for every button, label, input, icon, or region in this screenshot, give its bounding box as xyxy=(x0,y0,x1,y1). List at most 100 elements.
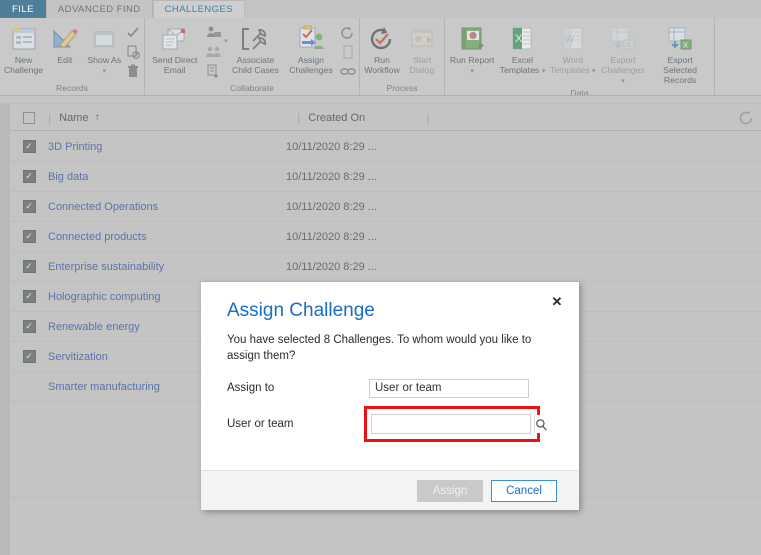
ribbon-start-dialog-button[interactable]: Start Dialog xyxy=(402,23,442,76)
row-name-link[interactable]: 3D Printing xyxy=(48,141,286,153)
table-row[interactable]: ✓ 3D Printing 10/11/2020 8:29 ... xyxy=(10,132,761,162)
table-row[interactable]: ✓ Enterprise sustainability 10/11/2020 8:2… xyxy=(10,252,761,282)
row-created-on: 10/11/2020 8:29 ... xyxy=(286,260,377,273)
ribbon-group-data-label: Data xyxy=(570,88,589,96)
checkbox-checked-icon: ✓ xyxy=(22,140,36,153)
row-name-link[interactable]: Big data xyxy=(48,171,286,183)
row-checkbox[interactable]: ✓ xyxy=(10,140,48,153)
run-workflow-circular-icon[interactable] xyxy=(339,24,357,41)
dialog-description: You have selected 8 Challenges. To whom … xyxy=(227,334,532,362)
cancel-button[interactable]: Cancel xyxy=(491,479,557,502)
tab-advanced-find-label: ADVANCED FIND xyxy=(57,3,141,15)
new-record-icon xyxy=(7,24,41,54)
assign-to-select[interactable]: User or team xyxy=(369,378,529,398)
ribbon-run-workflow-label: Run Workflow xyxy=(364,55,400,75)
table-row[interactable]: ✓ Big data 10/11/2020 8:29 ... xyxy=(10,162,761,192)
svg-text:X: X xyxy=(683,41,688,50)
tab-challenges[interactable]: CHALLENGES xyxy=(152,0,246,18)
column-header-created-on[interactable]: Created On xyxy=(308,112,426,124)
row-checkbox[interactable]: ✓ xyxy=(10,260,48,273)
add-connection-icon[interactable] xyxy=(204,24,222,41)
user-or-team-lookup[interactable] xyxy=(371,414,548,434)
grid-column-headers: | Name ↑ | Created On | xyxy=(10,105,761,131)
checkbox-checked-icon: ✓ xyxy=(22,260,36,273)
row-checkbox[interactable]: ✓ xyxy=(10,200,48,213)
link-chain-icon[interactable] xyxy=(339,62,357,79)
ribbon-group-spacer xyxy=(715,18,761,95)
records-mini-commands xyxy=(124,23,142,79)
search-icon[interactable] xyxy=(534,415,548,433)
ribbon-assign-challenges-label: Assign Challenges xyxy=(289,55,333,75)
ribbon-show-as-label: Show As ▾ xyxy=(87,55,122,75)
close-icon[interactable]: ✕ xyxy=(549,294,565,310)
add-to-queue-icon[interactable] xyxy=(204,62,222,79)
row-checkbox[interactable]: ✓ xyxy=(10,290,48,303)
assign-button[interactable]: Assign xyxy=(417,479,483,502)
assign-to-label: Assign to xyxy=(227,382,275,394)
ribbon-show-as-button[interactable]: Show As ▾ xyxy=(85,23,124,78)
checkbox-checked-icon: ✓ xyxy=(22,290,36,303)
ribbon-word-templates-label: Word Templates ▾ xyxy=(549,55,596,75)
ribbon-excel-templates-label: Excel Templates ▾ xyxy=(499,55,546,75)
ribbon-tabstrip: FILE ADVANCED FIND CHALLENGES xyxy=(0,0,761,18)
ribbon-export-selected-records-button[interactable]: X Export Selected Records xyxy=(648,23,712,86)
ribbon-send-direct-email-button[interactable]: Send Direct Email xyxy=(147,23,203,76)
email-envelope-icon xyxy=(158,24,192,54)
row-created-on: 10/11/2020 8:29 ... xyxy=(286,140,377,153)
dialog-footer: Assign Cancel xyxy=(201,470,579,510)
ribbon-edit-button[interactable]: Edit xyxy=(45,23,84,66)
row-checkbox[interactable]: ✓ xyxy=(10,320,48,333)
column-header-created-on-label: Created On xyxy=(308,111,366,124)
row-name-link[interactable]: Connected products xyxy=(48,231,286,243)
select-all-checkbox[interactable] xyxy=(10,111,48,124)
ribbon-excel-templates-button[interactable]: X Excel Templates ▾ xyxy=(497,23,547,78)
user-or-team-highlight-box xyxy=(364,406,548,442)
run-workflow-icon xyxy=(365,24,399,54)
delete-trash-icon[interactable] xyxy=(124,62,142,79)
ribbon-group-records-label: Records xyxy=(56,83,88,93)
collaborate-mini-commands xyxy=(203,23,225,79)
table-row[interactable]: ✓ Connected Operations 10/11/2020 8:29 ... xyxy=(10,192,761,222)
row-name-link[interactable]: Connected Operations xyxy=(48,201,286,213)
table-row[interactable]: ✓ Connected products 10/11/2020 8:29 ... xyxy=(10,222,761,252)
row-checkbox[interactable]: ✓ xyxy=(10,170,48,183)
ribbon-run-report-button[interactable]: Run Report ▾ xyxy=(447,23,497,78)
user-or-team-label: User or team xyxy=(227,418,294,430)
ribbon-export-challenges-button[interactable]: X Export Challenges ▾ xyxy=(598,23,648,88)
row-checkbox[interactable]: ✓ xyxy=(10,230,48,243)
chevron-down-icon: ▾ xyxy=(470,68,474,75)
start-dialog-icon xyxy=(405,24,439,54)
ribbon-associate-child-cases-button[interactable]: Associate Child Cases xyxy=(228,23,284,76)
sort-ascending-icon: ↑ xyxy=(94,112,100,123)
ribbon-word-templates-button[interactable]: W Word Templates ▾ xyxy=(548,23,598,78)
row-checkbox[interactable]: ✓ xyxy=(10,350,48,363)
activate-checkmark-icon[interactable] xyxy=(124,24,142,41)
connect-to-people-icon[interactable] xyxy=(204,43,222,60)
user-or-team-input[interactable] xyxy=(372,415,534,433)
export-selected-icon: X xyxy=(663,24,697,54)
column-header-name[interactable]: Name ↑ xyxy=(59,112,297,124)
ribbon-new-challenge-button[interactable]: New Challenge xyxy=(2,23,45,76)
checkbox-checked-icon: ✓ xyxy=(22,320,36,333)
ribbon-group-records: New Challenge Edit Show As ▾ Records xyxy=(0,18,145,95)
checkbox-checked-icon: ✓ xyxy=(22,170,36,183)
refresh-icon[interactable] xyxy=(737,109,755,127)
ribbon-export-challenges-label: Export Challenges ▾ xyxy=(601,55,645,85)
ribbon-assign-challenges-button[interactable]: Assign Challenges xyxy=(283,23,339,76)
tab-file[interactable]: FILE xyxy=(0,0,47,18)
assign-to-value: User or team xyxy=(375,382,442,394)
checkbox-checked-icon: ✓ xyxy=(22,200,36,213)
row-name-link[interactable]: Enterprise sustainability xyxy=(48,261,286,273)
tab-advanced-find[interactable]: ADVANCED FIND xyxy=(47,0,153,18)
ribbon-edit-label: Edit xyxy=(57,55,73,65)
grid-left-rail xyxy=(0,96,10,555)
ribbon-export-selected-records-label: Export Selected Records xyxy=(663,55,697,85)
tab-file-label: FILE xyxy=(12,3,34,15)
deactivate-icon[interactable] xyxy=(124,43,142,60)
row-checkbox[interactable] xyxy=(10,380,48,393)
application-window: FILE ADVANCED FIND CHALLENGES New Challe… xyxy=(0,0,761,555)
ribbon-run-workflow-button[interactable]: Run Workflow xyxy=(362,23,402,76)
edit-pencil-ruler-icon xyxy=(48,24,82,54)
document-icon[interactable] xyxy=(339,43,357,60)
field-row-user-or-team: User or team xyxy=(227,406,553,442)
